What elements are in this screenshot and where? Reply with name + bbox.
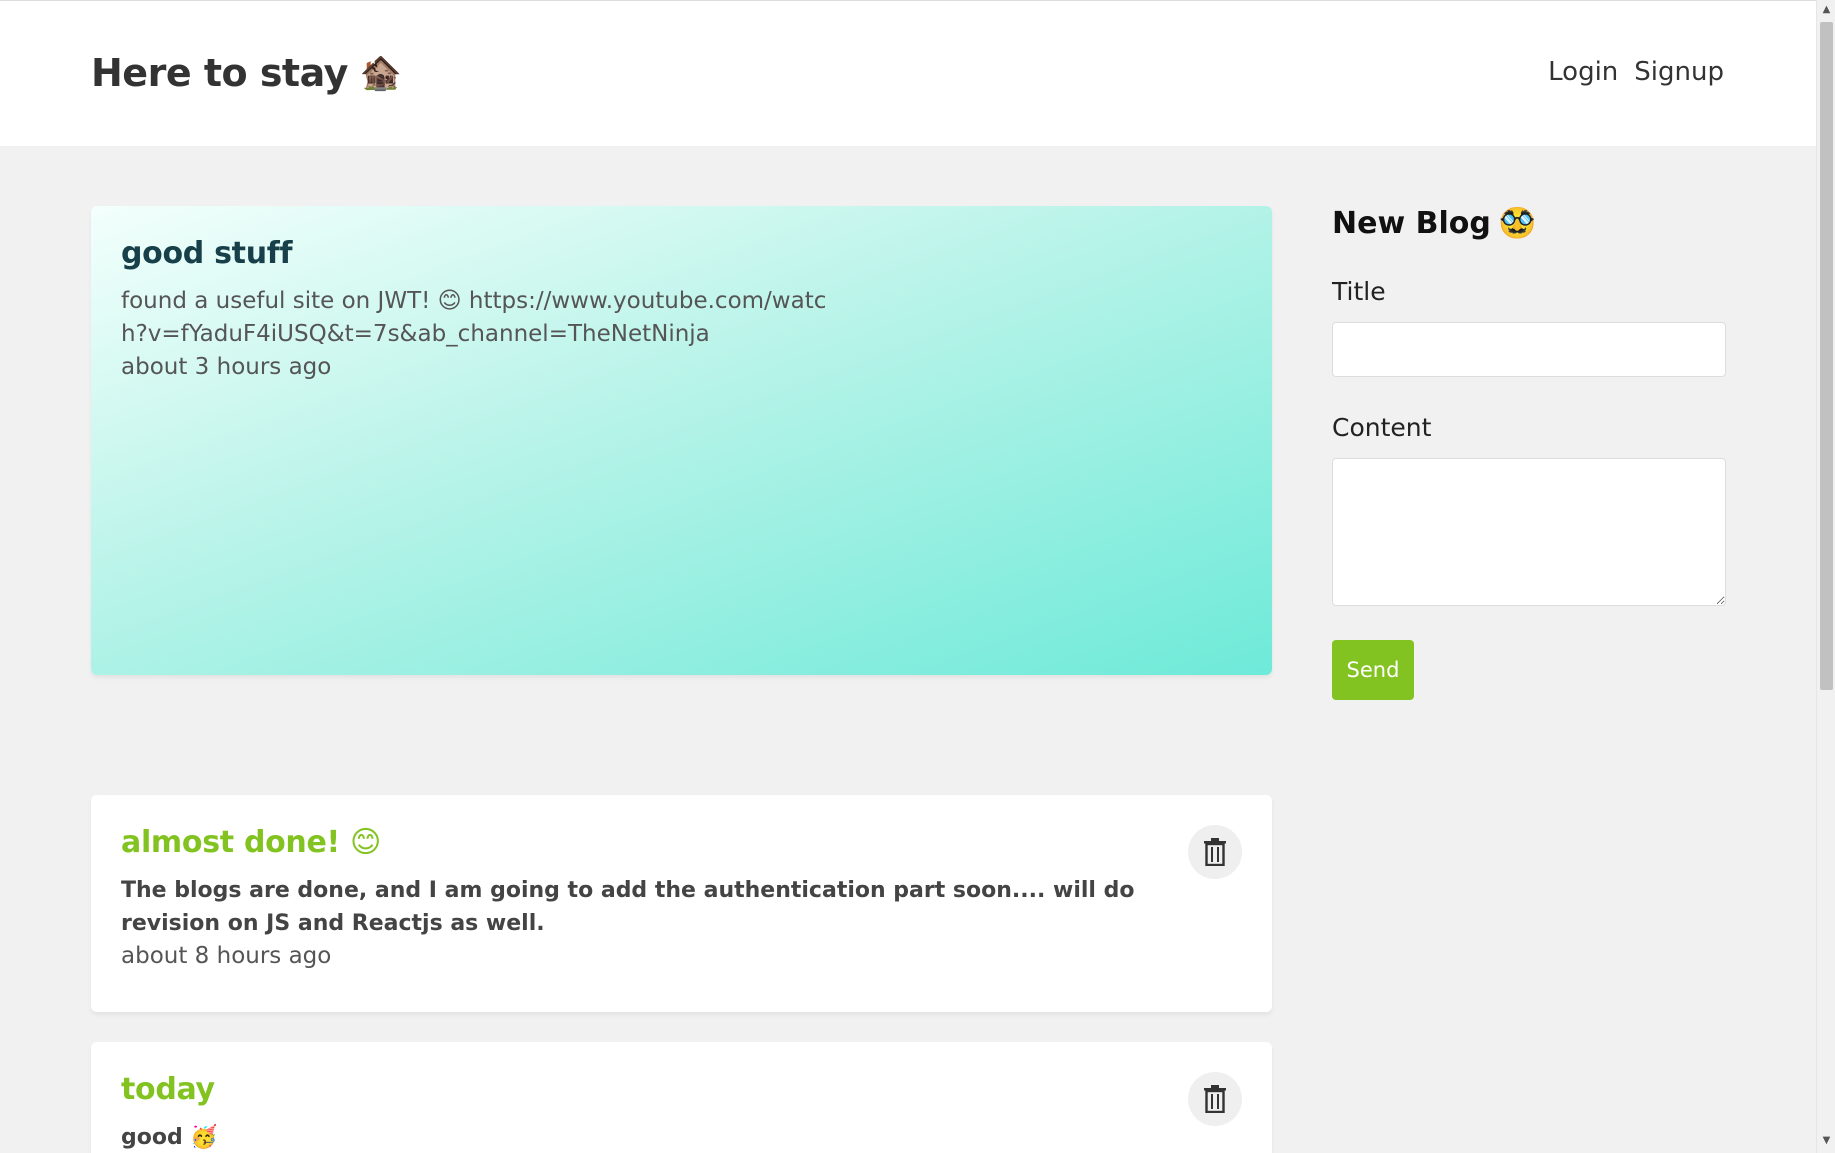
blog-body: good 🥳 <box>121 1125 218 1150</box>
blog-title: today <box>121 1072 215 1107</box>
scroll-up-arrow-icon[interactable]: ▲ <box>1817 4 1835 18</box>
title-input[interactable] <box>1332 322 1726 377</box>
blog-title: almost done! 😊 <box>121 825 382 860</box>
blog-body: The blogs are done, and I am going to ad… <box>121 878 1135 936</box>
blog-card[interactable]: today good 🥳 <box>91 1042 1272 1153</box>
navbar: Here to stay 🏚️ Login Signup <box>0 0 1816 146</box>
blog-title: good stuff <box>121 236 293 271</box>
signup-link[interactable]: Signup <box>1634 57 1724 87</box>
nav-links: Login Signup <box>1548 57 1724 87</box>
page: Here to stay 🏚️ Login Signup good stuff … <box>0 0 1835 1153</box>
new-blog-title: New Blog <box>1332 206 1491 241</box>
house-emoji-icon: 🏚️ <box>359 53 402 93</box>
blog-card[interactable]: almost done! 😊 The blogs are done, and I… <box>91 795 1272 1012</box>
delete-button[interactable] <box>1188 825 1242 879</box>
blog-timestamp: about 3 hours ago <box>121 354 332 380</box>
login-link[interactable]: Login <box>1548 57 1618 87</box>
blog-timestamp: about 8 hours ago <box>121 943 332 969</box>
title-label: Title <box>1332 277 1386 306</box>
featured-blog-card[interactable]: good stuff found a useful site on JWT! 😊… <box>91 206 1272 675</box>
blog-body: found a useful site on JWT! 😊 https://ww… <box>121 288 827 347</box>
content-textarea[interactable] <box>1332 458 1726 606</box>
vertical-scrollbar[interactable]: ▲ ▼ <box>1816 0 1835 1153</box>
trash-icon <box>1204 838 1226 866</box>
brand-logo[interactable]: Here to stay 🏚️ <box>91 51 402 95</box>
new-blog-form: New Blog 🥸 Title Content Send <box>1332 206 1726 700</box>
send-button[interactable]: Send <box>1332 640 1414 700</box>
brand-title: Here to stay <box>91 51 348 95</box>
scroll-down-arrow-icon[interactable]: ▼ <box>1817 1135 1835 1149</box>
trash-icon <box>1204 1085 1226 1113</box>
delete-button[interactable] <box>1188 1072 1242 1126</box>
content-label: Content <box>1332 413 1432 442</box>
scrollbar-thumb[interactable] <box>1820 22 1833 690</box>
disguise-emoji-icon: 🥸 <box>1498 206 1537 241</box>
new-blog-heading: New Blog 🥸 <box>1332 206 1726 241</box>
